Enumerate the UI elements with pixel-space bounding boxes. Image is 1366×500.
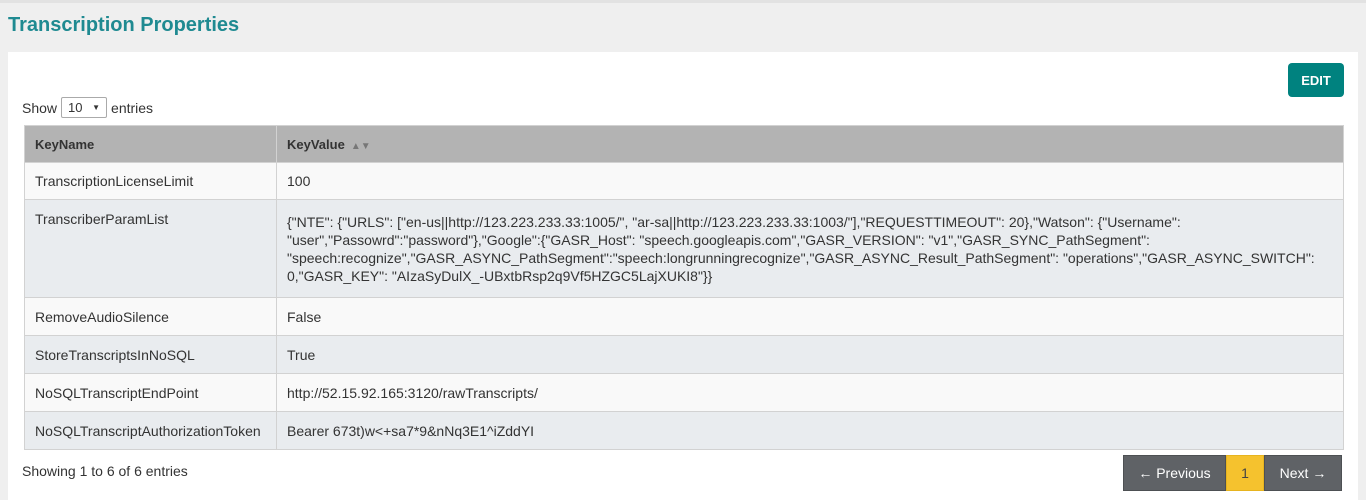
key-value-cell: False [276,297,1344,336]
pagination: ← Previous 1 Next → [1123,455,1342,491]
table-info: Showing 1 to 6 of 6 entries [22,463,188,479]
table-row[interactable]: TranscriptionLicenseLimit 100 [24,162,1344,200]
table-row[interactable]: StoreTranscriptsInNoSQL True [24,335,1344,374]
table-header-row: KeyName KeyValue ▲▼ [24,125,1344,163]
entries-label: entries [111,99,154,116]
key-value-cell: http://52.15.92.165:3120/rawTranscripts/ [276,373,1344,412]
column-header-keyvalue[interactable]: KeyValue ▲▼ [276,125,1344,163]
previous-page-button[interactable]: ← Previous [1123,455,1226,491]
table-row[interactable]: NoSQLTranscriptAuthorizationToken Bearer… [24,411,1344,450]
table-row[interactable]: TranscriberParamList {"NTE": {"URLS": ["… [24,199,1344,298]
edit-button[interactable]: EDIT [1288,63,1344,97]
key-name-cell: StoreTranscriptsInNoSQL [24,335,277,374]
key-value-cell: {"NTE": {"URLS": ["en-us||http://123.223… [276,199,1344,298]
key-value-cell: Bearer 673t)w<+sa7*9&nNq3E1^iZddYI [276,411,1344,450]
next-page-button[interactable]: Next → [1264,455,1342,491]
table-row[interactable]: NoSQLTranscriptEndPoint http://52.15.92.… [24,373,1344,412]
chevron-down-icon: ▼ [92,103,101,112]
properties-panel: EDIT Show 10 ▼ entries KeyName KeyValue ▲… [8,52,1358,500]
key-name-cell: NoSQLTranscriptEndPoint [24,373,277,412]
table-row[interactable]: RemoveAudioSilence False [24,297,1344,336]
top-strip [0,0,1366,3]
key-name-cell: RemoveAudioSilence [24,297,277,336]
key-value-cell: True [276,335,1344,374]
entries-length-control: Show 10 ▼ entries [22,97,153,118]
sort-icon: ▲▼ [350,140,371,152]
column-header-keyname[interactable]: KeyName [24,125,277,163]
key-name-cell: TranscriptionLicenseLimit [24,162,277,200]
entries-per-page-select[interactable]: 10 ▼ [61,97,108,118]
page-title: Transcription Properties [8,14,240,36]
page-1-button[interactable]: 1 [1226,455,1264,491]
entries-select-value: 10 [68,100,83,115]
key-value-cell: 100 [276,162,1344,200]
properties-table: KeyName KeyValue ▲▼ TranscriptionLicenseL… [24,125,1344,450]
key-name-cell: TranscriberParamList [24,199,277,298]
show-label: Show [22,99,58,116]
key-name-cell: NoSQLTranscriptAuthorizationToken [24,411,277,450]
